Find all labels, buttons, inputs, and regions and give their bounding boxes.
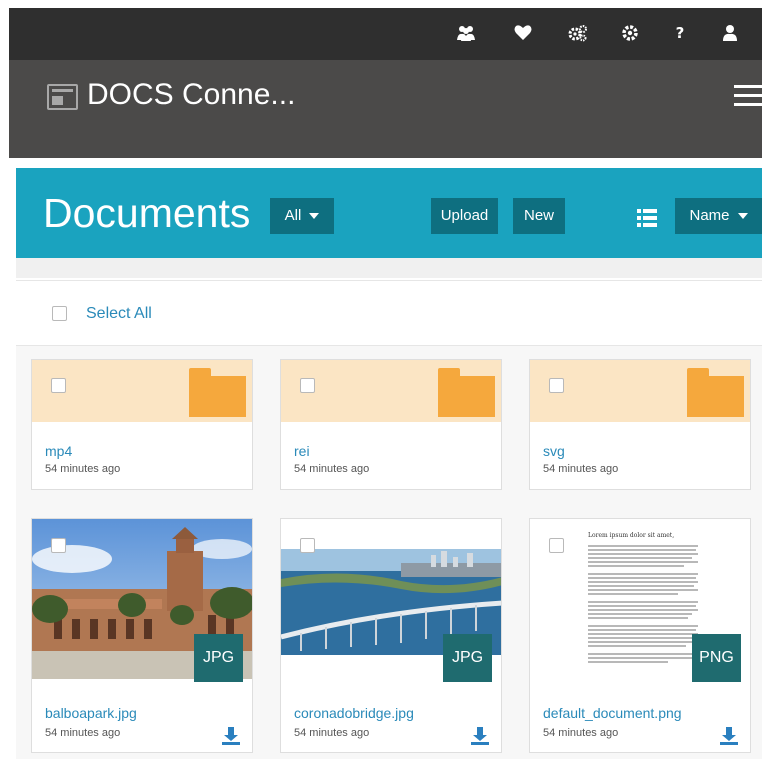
hamburger-menu-icon[interactable] [734, 85, 762, 107]
upload-button[interactable]: Upload [431, 198, 498, 234]
sort-dropdown[interactable]: Name [675, 198, 762, 234]
download-icon[interactable] [221, 726, 241, 746]
gear-icon[interactable] [621, 24, 639, 42]
list-view-icon[interactable] [637, 209, 659, 227]
item-checkbox[interactable] [51, 378, 66, 393]
item-checkbox[interactable] [300, 378, 315, 393]
folder-header [281, 360, 501, 422]
file-card[interactable]: Lorem ipsum dolor sit amet, PNG default_… [529, 518, 751, 753]
item-time: 54 minutes ago [543, 727, 619, 739]
item-time: 54 minutes ago [294, 463, 370, 475]
item-checkbox[interactable] [51, 538, 66, 553]
file-type-badge: PNG [692, 634, 741, 682]
sort-dropdown-label: Name [689, 207, 730, 224]
select-all-bar: Select All [16, 280, 762, 346]
item-checkbox[interactable] [549, 538, 564, 553]
page-title: Documents [43, 190, 251, 236]
user-icon[interactable] [721, 24, 739, 42]
file-type-badge: JPG [194, 634, 243, 682]
item-name[interactable]: svg [543, 443, 565, 459]
filter-dropdown[interactable]: All [270, 198, 334, 234]
item-name[interactable]: coronadobridge.jpg [294, 705, 414, 721]
folder-header [32, 360, 252, 422]
cogs-icon[interactable] [568, 24, 587, 42]
folder-card[interactable]: rei 54 minutes ago [280, 359, 502, 490]
file-type-badge: JPG [443, 634, 492, 682]
folder-header [530, 360, 750, 422]
app-title: DOCS Conne... [87, 78, 296, 111]
filter-dropdown-label: All [284, 207, 302, 224]
new-button[interactable]: New [513, 198, 565, 234]
heart-icon[interactable] [514, 24, 532, 42]
item-name[interactable]: rei [294, 443, 310, 459]
item-name[interactable]: balboapark.jpg [45, 705, 137, 721]
documents-header: Documents All Upload New Name [16, 168, 762, 258]
select-all-checkbox[interactable] [52, 306, 67, 321]
folder-card[interactable]: mp4 54 minutes ago [31, 359, 253, 490]
item-time: 54 minutes ago [45, 727, 121, 739]
item-time: 54 minutes ago [294, 727, 370, 739]
spacer [16, 258, 762, 278]
app-logo-icon [47, 84, 78, 110]
item-name[interactable]: mp4 [45, 443, 72, 459]
select-all-label[interactable]: Select All [86, 305, 152, 323]
app-header: DOCS Conne... [9, 60, 762, 158]
folder-icon [687, 368, 744, 417]
item-checkbox[interactable] [549, 378, 564, 393]
folder-icon [189, 368, 246, 417]
file-card[interactable]: JPG balboapark.jpg 54 minutes ago [31, 518, 253, 753]
download-icon[interactable] [470, 726, 490, 746]
folder-card[interactable]: svg 54 minutes ago [529, 359, 751, 490]
item-time: 54 minutes ago [543, 463, 619, 475]
top-bar: ? [9, 8, 762, 60]
chevron-down-icon [309, 213, 320, 220]
chevron-down-icon [737, 213, 748, 220]
item-name[interactable]: default_document.png [543, 705, 682, 721]
download-icon[interactable] [719, 726, 739, 746]
users-icon[interactable] [456, 24, 475, 42]
help-icon[interactable]: ? [671, 24, 689, 42]
folder-icon [438, 368, 495, 417]
file-card[interactable]: JPG coronadobridge.jpg 54 minutes ago [280, 518, 502, 753]
item-checkbox[interactable] [300, 538, 315, 553]
item-time: 54 minutes ago [45, 463, 121, 475]
